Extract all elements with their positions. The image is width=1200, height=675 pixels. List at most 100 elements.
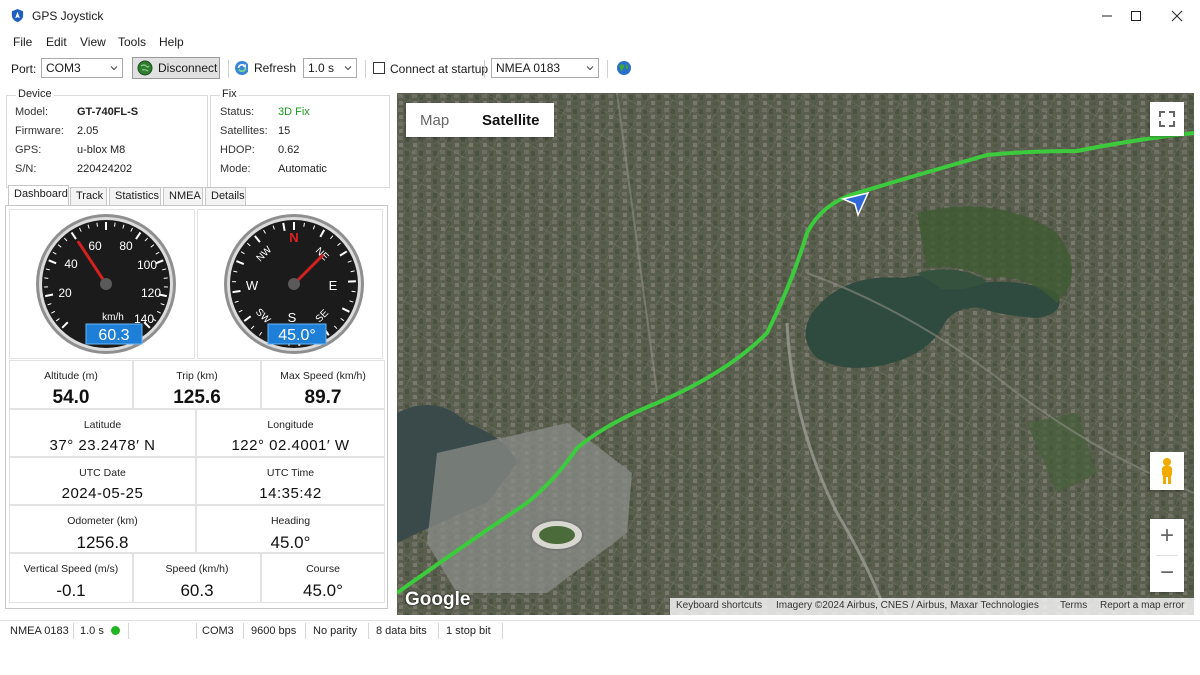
gauge-tick: [96, 222, 98, 227]
disconnect-label: Disconnect: [158, 61, 218, 75]
vertical-speed-value: -0.1: [56, 581, 86, 600]
interval-select-value: 1.0 s: [308, 61, 335, 75]
device-gps-value: u-blox M8: [77, 144, 126, 156]
latitude-cell: Latitude 37° 23.2478′ N: [9, 409, 196, 457]
speed-tick-80: 80: [119, 239, 133, 253]
refresh-icon: [235, 61, 248, 75]
toolbar-separator: [607, 60, 608, 78]
disconnect-button[interactable]: Disconnect: [132, 57, 220, 79]
trip-value: 125.6: [173, 387, 221, 408]
status-separator: [438, 623, 439, 639]
tab-nmea[interactable]: NMEA: [163, 187, 203, 205]
map-type-map[interactable]: Map: [420, 112, 449, 129]
altitude-value: 54.0: [52, 387, 90, 408]
fix-satellites-key: Satellites:: [220, 125, 268, 137]
fix-header: Fix: [220, 88, 239, 100]
globe-icon[interactable]: [616, 60, 632, 76]
heading-readout: 45.0°: [278, 327, 316, 344]
map-imagery: [397, 93, 1194, 615]
map-type-satellite[interactable]: Satellite: [482, 112, 540, 129]
altitude-label: Altitude (m): [44, 370, 98, 382]
menu-tools[interactable]: Tools: [118, 35, 146, 49]
odometer-cell: Odometer (km) 1256.8: [9, 505, 196, 553]
app-window: GPS Joystick File Edit View Tools Help P…: [0, 0, 1200, 675]
chevron-down-icon: [586, 66, 594, 71]
heading-value: 45.0°: [270, 533, 311, 552]
menu-file[interactable]: File: [13, 35, 32, 49]
chevron-down-icon: [344, 66, 352, 71]
gauge-tick: [351, 290, 356, 293]
pegman-icon: [1162, 458, 1172, 484]
satellite-map[interactable]: Map Satellite + − Google Keyboard shortc…: [397, 93, 1194, 615]
speed-tick-60: 60: [88, 239, 102, 253]
toolbar-separator: [228, 60, 229, 78]
status-interval: 1.0 s: [80, 625, 104, 637]
port-label: Port:: [11, 62, 37, 76]
zoom-in-button[interactable]: +: [1150, 519, 1184, 555]
minimize-icon: [1102, 15, 1112, 16]
refresh-label: Refresh: [253, 61, 296, 75]
speed-label: Speed (km/h): [165, 563, 229, 575]
status-stop-bits: 1 stop bit: [446, 625, 491, 637]
maximize-button[interactable]: [1113, 0, 1159, 31]
tab-statistics[interactable]: Statistics: [109, 187, 161, 205]
speed-tick-120: 120: [141, 286, 161, 300]
protocol-select[interactable]: NMEA 0183: [491, 58, 599, 78]
status-port: COM3: [202, 625, 234, 637]
device-gps-key: GPS:: [15, 144, 42, 156]
fullscreen-button[interactable]: [1150, 102, 1184, 136]
status-indicator-icon: [111, 626, 120, 635]
compass-s: S: [288, 310, 297, 325]
terms-link[interactable]: Terms: [1060, 600, 1087, 611]
gauge-tick: [303, 222, 305, 227]
interval-select[interactable]: 1.0 s: [303, 58, 357, 78]
device-box: Device Model: GT-740FL-S Firmware: 2.05 …: [6, 88, 208, 188]
course-cell: Course 45.0°: [261, 553, 385, 603]
speed-cell: Speed (km/h) 60.3: [133, 553, 261, 603]
device-sn-value: 220424202: [77, 163, 133, 175]
fix-mode-key: Mode:: [220, 163, 251, 175]
fullscreen-icon: [1159, 111, 1175, 127]
gauge-tick: [232, 290, 241, 294]
status-parity: No parity: [313, 625, 358, 637]
fix-status-key: Status:: [220, 106, 255, 118]
menu-view[interactable]: View: [80, 35, 106, 49]
course-value: 45.0°: [303, 581, 343, 600]
fix-mode-value: Automatic: [278, 163, 327, 175]
zoom-out-button[interactable]: −: [1150, 556, 1184, 592]
fix-satellites-value: 15: [278, 125, 291, 137]
trip-label: Trip (km): [176, 370, 218, 382]
close-icon: [1171, 10, 1183, 21]
connection-globe-icon: [137, 60, 153, 76]
map-type-control: Map Satellite: [406, 103, 554, 137]
close-button[interactable]: [1154, 0, 1200, 31]
device-sn-key: S/N:: [15, 163, 37, 175]
longitude-label: Longitude: [267, 419, 314, 431]
tab-dashboard[interactable]: Dashboard: [8, 185, 69, 207]
longitude-value: 122° 02.4001′ W: [231, 437, 350, 454]
course-label: Course: [306, 563, 340, 575]
refresh-button[interactable]: Refresh: [234, 57, 296, 79]
street-view-button[interactable]: [1150, 452, 1184, 490]
keyboard-shortcuts-link[interactable]: Keyboard shortcuts: [676, 600, 762, 611]
menu-edit[interactable]: Edit: [46, 35, 67, 49]
protocol-select-value: NMEA 0183: [496, 61, 561, 75]
menu-help[interactable]: Help: [159, 35, 184, 49]
longitude-cell: Longitude 122° 02.4001′ W: [196, 409, 385, 457]
report-map-error-link[interactable]: Report a map error: [1100, 600, 1184, 611]
tab-details[interactable]: Details: [205, 187, 246, 205]
connect-startup-checkbox[interactable]: [373, 62, 385, 74]
max-speed-cell: Max Speed (km/h) 89.7: [261, 360, 385, 409]
utc-date-cell: UTC Date 2024-05-25: [9, 457, 196, 505]
device-firmware-value: 2.05: [77, 125, 99, 137]
tab-track[interactable]: Track: [70, 187, 107, 205]
imagery-credit: Imagery ©2024 Airbus, CNES / Airbus, Max…: [776, 600, 1039, 611]
status-separator: [305, 623, 306, 639]
vertical-speed-cell: Vertical Speed (m/s) -0.1: [9, 553, 133, 603]
port-select[interactable]: COM3: [41, 58, 123, 78]
zoom-control: + −: [1150, 519, 1184, 592]
latitude-label: Latitude: [83, 419, 122, 431]
compass-e: E: [329, 278, 338, 293]
speed-unit: km/h: [102, 312, 124, 323]
heading-cell: Heading 45.0°: [196, 505, 385, 553]
